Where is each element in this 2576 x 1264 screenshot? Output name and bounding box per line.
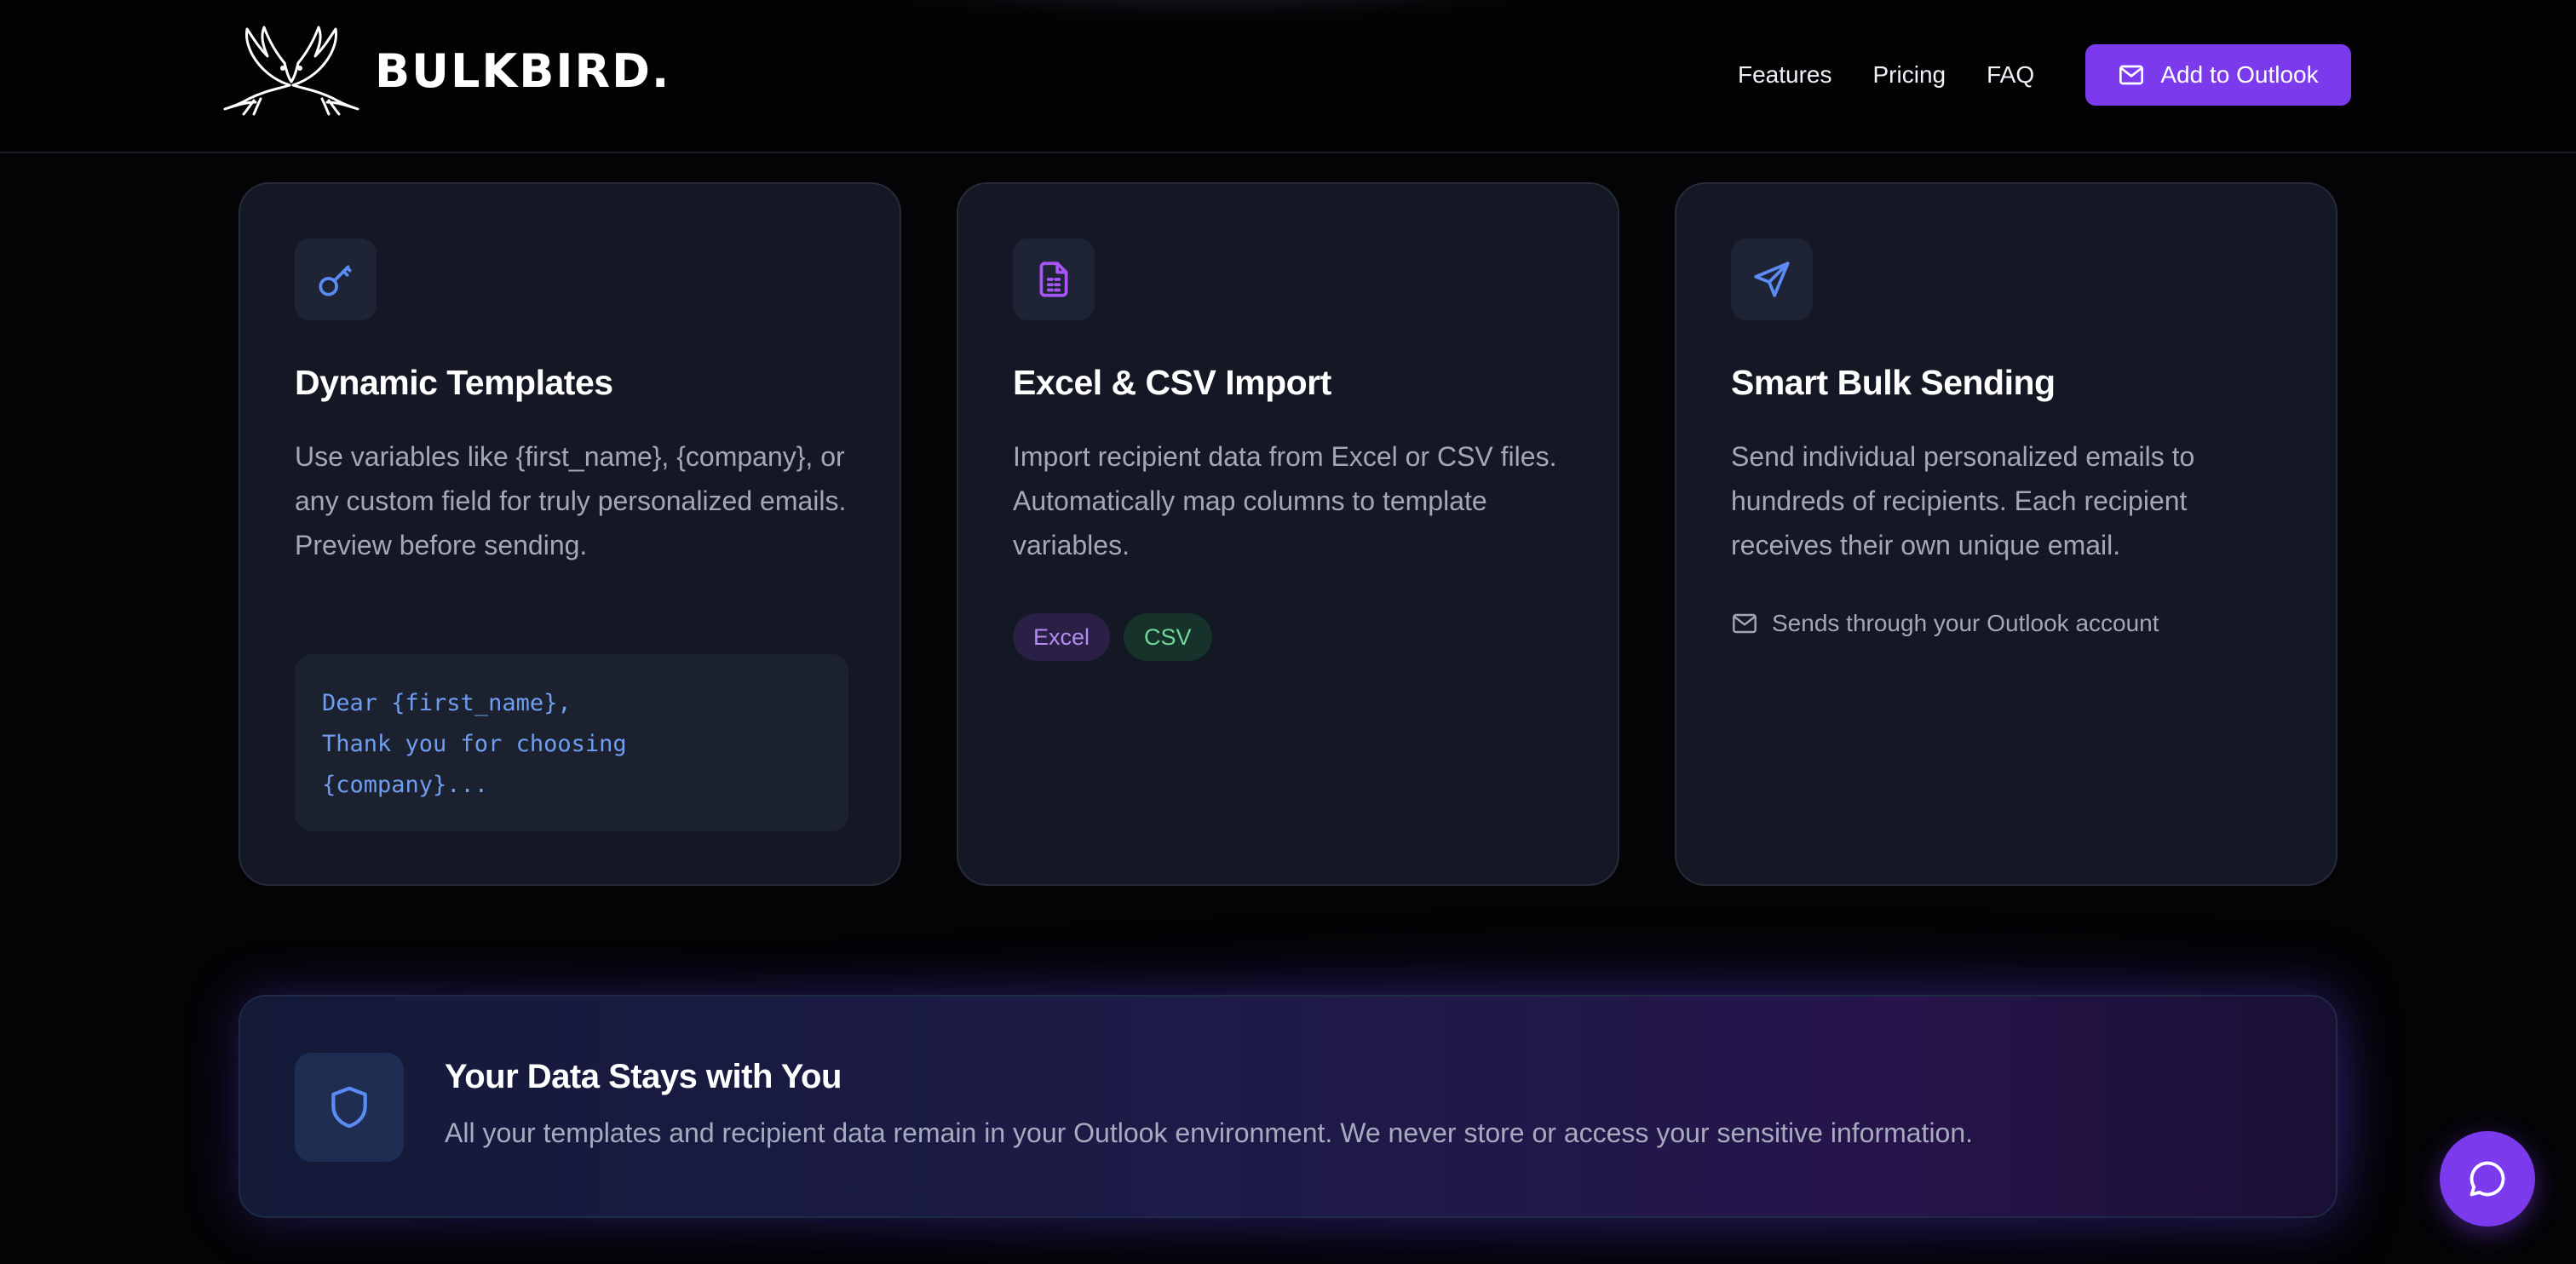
privacy-icon-box — [295, 1053, 404, 1162]
nav-links: Features Pricing FAQ — [1738, 44, 2075, 106]
send-note: Sends through your Outlook account — [1731, 610, 2159, 637]
page: BULKBIRD. Features Pricing FAQ Add to Ou… — [0, 0, 2576, 1264]
code-line: Thank you for choosing — [322, 731, 627, 757]
send-icon — [1754, 261, 1790, 297]
nav-link-features[interactable]: Features — [1738, 61, 1832, 89]
feature-icon-box — [295, 238, 377, 320]
feature-card-smart-bulk-sending: Smart Bulk Sending Send individual perso… — [1675, 182, 2337, 886]
code-line: Dear {first_name}, — [322, 690, 572, 716]
feature-card-dynamic-templates: Dynamic Templates Use variables like {fi… — [239, 182, 901, 886]
send-note-text: Sends through your Outlook account — [1772, 610, 2159, 636]
chat-button[interactable] — [2440, 1131, 2535, 1227]
mail-icon — [2119, 65, 2144, 85]
format-tags: Excel CSV — [1013, 613, 1226, 661]
privacy-banner: Your Data Stays with You All your templa… — [239, 995, 2337, 1218]
nav-link-faq[interactable]: FAQ — [1987, 61, 2034, 89]
tag-excel: Excel — [1013, 613, 1111, 661]
code-line: {company}... — [322, 772, 489, 798]
tag-csv: CSV — [1124, 613, 1212, 661]
mail-icon — [1733, 613, 1757, 634]
privacy-text: All your templates and recipient data re… — [445, 1117, 1974, 1148]
nav-link-pricing[interactable]: Pricing — [1873, 61, 1946, 89]
template-preview: Dear {first_name}, Thank you for choosin… — [295, 654, 848, 831]
add-to-outlook-button[interactable]: Add to Outlook — [2085, 44, 2351, 106]
feature-icon-box — [1013, 238, 1095, 320]
brand-name: BULKBIRD. — [375, 43, 671, 98]
brand[interactable]: BULKBIRD. — [223, 26, 670, 116]
privacy-title: Your Data Stays with You — [445, 1058, 842, 1095]
feature-description: Import recipient data from Excel or CSV … — [1013, 441, 1557, 560]
chat-bubble-icon — [2470, 1161, 2505, 1197]
feature-title: Excel & CSV Import — [1013, 363, 1331, 402]
doves-logo-icon — [223, 26, 359, 116]
feature-title: Dynamic Templates — [295, 363, 613, 402]
feature-title: Smart Bulk Sending — [1731, 363, 2056, 402]
add-to-outlook-label: Add to Outlook — [2160, 61, 2319, 88]
feature-description: Use variables like {first_name}, {compan… — [295, 441, 847, 560]
feature-icon-box — [1731, 238, 1813, 320]
file-spreadsheet-icon — [1039, 261, 1068, 297]
key-icon — [319, 265, 352, 296]
feature-description: Send individual personalized emails to h… — [1731, 441, 2195, 560]
shield-icon — [331, 1086, 367, 1129]
feature-card-excel-csv-import: Excel & CSV Import Import recipient data… — [957, 182, 1619, 886]
nav-glow — [835, 0, 1584, 17]
top-nav: BULKBIRD. Features Pricing FAQ Add to Ou… — [0, 0, 2576, 153]
